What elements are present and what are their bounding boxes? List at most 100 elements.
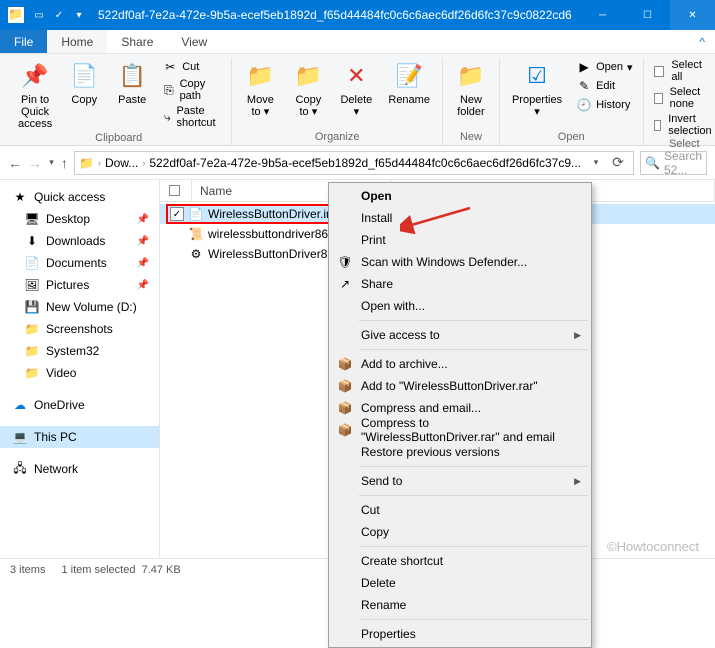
checkbox-icon (654, 120, 662, 131)
ctx-properties[interactable]: Properties (331, 623, 589, 645)
ctx-addarchive[interactable]: 📦Add to archive... (331, 353, 589, 375)
status-items: 3 items (10, 564, 45, 576)
shortcut-icon: ⤷ (162, 109, 172, 125)
address-bar[interactable]: 📁 › Dow... › 522df0af-7e2a-472e-9b5a-ece… (74, 151, 634, 175)
context-menu: Open Install Print 🛡Scan with Windows De… (328, 182, 592, 648)
ctx-copy[interactable]: Copy (331, 521, 589, 543)
close-button[interactable]: ✕ (670, 0, 715, 30)
folder-icon: 📁 (24, 321, 40, 337)
history-button[interactable]: 🕘History (572, 96, 636, 114)
checkbox-icon[interactable]: ✓ (170, 207, 184, 221)
select-all-button[interactable]: Select all (650, 58, 715, 84)
ctx-restore[interactable]: Restore previous versions (331, 441, 589, 463)
delete-button[interactable]: ✕ Delete ▾ (334, 58, 378, 120)
invert-selection-button[interactable]: Invert selection (650, 112, 715, 138)
paste-button[interactable]: 📋 Paste (110, 58, 154, 108)
menubar: File Home Share View ^ (0, 30, 715, 54)
checkbox-icon (654, 66, 665, 77)
pin-quick-access-button[interactable]: 📌 Pin to Quick access (12, 58, 58, 132)
sidebar-item-volume[interactable]: 💾New Volume (D:) (0, 296, 159, 318)
ctx-print[interactable]: Print (331, 229, 589, 251)
shield-icon: 🛡 (337, 254, 353, 270)
sidebar-this-pc[interactable]: 💻This PC (0, 426, 159, 448)
downloads-icon: ⬇ (24, 233, 40, 249)
tab-share[interactable]: Share (107, 30, 167, 53)
tab-view[interactable]: View (167, 30, 221, 53)
ctx-defender[interactable]: 🛡Scan with Windows Defender... (331, 251, 589, 273)
cut-button[interactable]: ✂Cut (158, 58, 225, 76)
copy-icon: 📄 (68, 60, 100, 92)
new-folder-button[interactable]: 📁 New folder (449, 58, 493, 120)
copy-path-button[interactable]: ⎘Copy path (158, 77, 225, 103)
sidebar-item-pictures[interactable]: 🖼Pictures📌 (0, 274, 159, 296)
ctx-compressraremail[interactable]: 📦Compress to "WirelessButtonDriver.rar" … (331, 419, 589, 441)
open-button[interactable]: ▶Open ▾ (572, 58, 636, 76)
edit-icon: ✎ (576, 78, 592, 94)
rename-button[interactable]: 📝 Rename (382, 58, 436, 108)
sidebar-item-video[interactable]: 📁Video (0, 362, 159, 384)
ctx-createshortcut[interactable]: Create shortcut (331, 550, 589, 572)
refresh-button[interactable]: ⟳ (607, 152, 629, 174)
back-button[interactable]: ← (8, 152, 22, 174)
edit-button[interactable]: ✎Edit (572, 77, 636, 95)
ribbon-collapse-button[interactable]: ^ (689, 30, 715, 53)
sidebar-item-system32[interactable]: 📁System32 (0, 340, 159, 362)
qa-check-icon[interactable]: ✓ (50, 6, 68, 24)
ctx-install[interactable]: Install (331, 207, 589, 229)
tab-home[interactable]: Home (47, 30, 107, 53)
forward-button[interactable]: → (28, 152, 42, 174)
pc-icon: 💻 (12, 429, 28, 445)
checkbox-icon (654, 93, 663, 104)
qa-dropdown-icon[interactable]: ▾ (70, 6, 88, 24)
minimize-button[interactable]: ─ (580, 0, 625, 30)
address-dropdown[interactable]: ▾ (585, 152, 607, 174)
col-checkbox[interactable] (160, 180, 192, 201)
ctx-cut[interactable]: Cut (331, 499, 589, 521)
ctx-addrar[interactable]: 📦Add to "WirelessButtonDriver.rar" (331, 375, 589, 397)
ctx-sendto[interactable]: Send to▶ (331, 470, 589, 492)
ribbon-group-open: ☑ Properties ▾ ▶Open ▾ ✎Edit 🕘History Op… (500, 58, 644, 145)
move-to-button[interactable]: 📁 Move to ▾ (238, 58, 282, 120)
properties-button[interactable]: ☑ Properties ▾ (506, 58, 568, 120)
pin-icon: 📌 (137, 236, 149, 247)
network-icon: 🖧 (12, 461, 28, 477)
ctx-share[interactable]: ↗Share (331, 273, 589, 295)
ribbon-group-new: 📁 New folder New (443, 58, 500, 145)
copy-to-button[interactable]: 📁 Copy to ▾ (286, 58, 330, 120)
sidebar-network[interactable]: 🖧Network (0, 458, 159, 480)
ribbon-group-organize: 📁 Move to ▾ 📁 Copy to ▾ ✕ Delete ▾ 📝 Ren… (232, 58, 443, 145)
copyto-icon: 📁 (292, 60, 324, 92)
sidebar-item-documents[interactable]: 📄Documents📌 (0, 252, 159, 274)
navbar: ← → ▾ ↑ 📁 › Dow... › 522df0af-7e2a-472e-… (0, 146, 715, 180)
file-menu[interactable]: File (0, 30, 47, 53)
paste-shortcut-button[interactable]: ⤷Paste shortcut (158, 104, 225, 130)
sidebar-onedrive[interactable]: ☁OneDrive (0, 394, 159, 416)
copy-button[interactable]: 📄 Copy (62, 58, 106, 108)
search-input[interactable]: 🔍 Search 52... (640, 151, 707, 175)
sidebar-quick-access[interactable]: ★Quick access (0, 186, 159, 208)
qa-properties-icon[interactable]: ▭ (30, 6, 48, 24)
ribbon-group-select: Select all Select none Invert selection … (644, 58, 715, 145)
maximize-button[interactable]: ☐ (625, 0, 670, 30)
sys-file-icon: ⚙ (188, 246, 204, 262)
folder-icon: 📁 (79, 156, 94, 170)
recent-dropdown[interactable]: ▾ (48, 152, 55, 174)
move-icon: 📁 (244, 60, 276, 92)
folder-icon: 📁 (24, 343, 40, 359)
ctx-giveaccess[interactable]: Give access to▶ (331, 324, 589, 346)
pin-icon: 📌 (137, 214, 149, 225)
ctx-delete[interactable]: Delete (331, 572, 589, 594)
sidebar-item-screenshots[interactable]: 📁Screenshots (0, 318, 159, 340)
select-none-button[interactable]: Select none (650, 85, 715, 111)
ctx-open[interactable]: Open (331, 185, 589, 207)
sidebar-item-desktop[interactable]: 🖥Desktop📌 (0, 208, 159, 230)
ctx-openwith[interactable]: Open with... (331, 295, 589, 317)
ctx-rename[interactable]: Rename (331, 594, 589, 616)
breadcrumb-seg[interactable]: Dow... (105, 156, 138, 170)
up-button[interactable]: ↑ (61, 152, 68, 174)
breadcrumb-seg[interactable]: 522df0af-7e2a-472e-9b5a-ecef5eb1892d_f65… (149, 156, 581, 170)
sidebar-item-downloads[interactable]: ⬇Downloads📌 (0, 230, 159, 252)
watermark: ©Howtoconnect (607, 539, 699, 554)
documents-icon: 📄 (24, 255, 40, 271)
sidebar: ★Quick access 🖥Desktop📌 ⬇Downloads📌 📄Doc… (0, 180, 160, 558)
